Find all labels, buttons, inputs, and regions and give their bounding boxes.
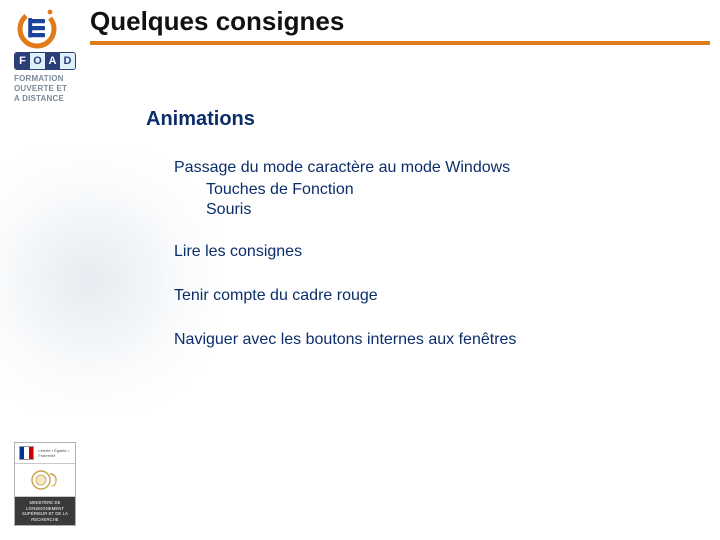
bullet-subitem: Souris [206,201,700,219]
education-e-logo-icon [14,4,60,50]
foad-letter: D [60,53,75,69]
title-bar: Quelques consignes [90,6,710,45]
foad-tagline: FORMATION OUVERTE ET A DISTANCE [14,74,67,104]
france-flag-icon [19,446,34,460]
foad-letter: O [30,53,45,69]
content-area: Animations Passage du mode caractère au … [146,108,700,353]
slide: F O A D FORMATION OUVERTE ET A DISTANCE … [0,0,720,540]
bullet-item: Naviguer avec les boutons internes aux f… [174,331,700,349]
title-underline [90,41,710,45]
foad-tagline-line: A DISTANCE [14,94,67,104]
foad-badge: F O A D [14,52,76,70]
foad-letter: A [45,53,60,69]
bullet-item: Passage du mode caractère au mode Window… [174,159,700,177]
page-title: Quelques consignes [90,6,710,37]
bullet-item: Tenir compte du cadre rouge [174,287,700,305]
section-heading: Animations [146,108,700,131]
left-column: F O A D FORMATION OUVERTE ET A DISTANCE … [0,0,88,540]
bullet-subitem: Touches de Fonction [206,181,700,199]
ministry-motto: Liberté • Égalité • Fraternité [38,448,71,458]
foad-tagline-line: OUVERTE ET [14,84,67,94]
bullet-item: Lire les consignes [174,243,700,261]
foad-letter: F [15,53,30,69]
ministry-caption: MINISTÈRE DE L'ENSEIGNEMENT SUPÉRIEUR ET… [15,497,75,525]
ministry-seal-icon [15,464,75,497]
foad-tagline-line: FORMATION [14,74,67,84]
ministry-block: Liberté • Égalité • Fraternité MINISTÈRE… [14,442,76,526]
